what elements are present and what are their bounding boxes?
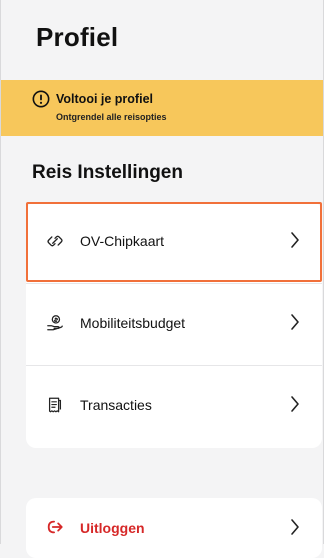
travel-settings-card: OV-Chipkaart Mobiliteitsbudget Transacti… [26, 202, 322, 448]
page-header: Profiel [0, 0, 324, 80]
settings-item-ov-chipkaart[interactable]: OV-Chipkaart [26, 202, 322, 282]
hand-coin-icon [47, 315, 63, 331]
settings-item-label: OV-Chipkaart [80, 233, 165, 249]
logout-button[interactable]: Uitloggen [26, 498, 322, 558]
chevron-right-icon [291, 396, 299, 412]
section-title: Reis Instellingen [32, 162, 183, 183]
settings-item-label: Mobiliteitsbudget [80, 315, 186, 331]
banner-subtitle: Ontgrendel alle reisopties [56, 112, 167, 122]
logout-label: Uitloggen [80, 520, 145, 536]
complete-profile-banner[interactable] [0, 80, 324, 136]
chevron-right-icon [291, 232, 299, 248]
banner-title: Voltooi je profiel [56, 92, 153, 106]
settings-item-transacties[interactable]: Transacties [26, 366, 322, 446]
settings-item-mobiliteitsbudget[interactable]: Mobiliteitsbudget [26, 284, 322, 364]
exclamation-circle-icon [32, 90, 50, 108]
logout-arrow-icon [47, 520, 63, 534]
chevron-right-icon [291, 314, 299, 330]
settings-item-label: Transacties [80, 397, 152, 413]
receipt-icon [48, 397, 62, 413]
card-link-icon [47, 235, 63, 247]
chevron-right-icon [291, 519, 299, 535]
page-title: Profiel [36, 22, 119, 52]
